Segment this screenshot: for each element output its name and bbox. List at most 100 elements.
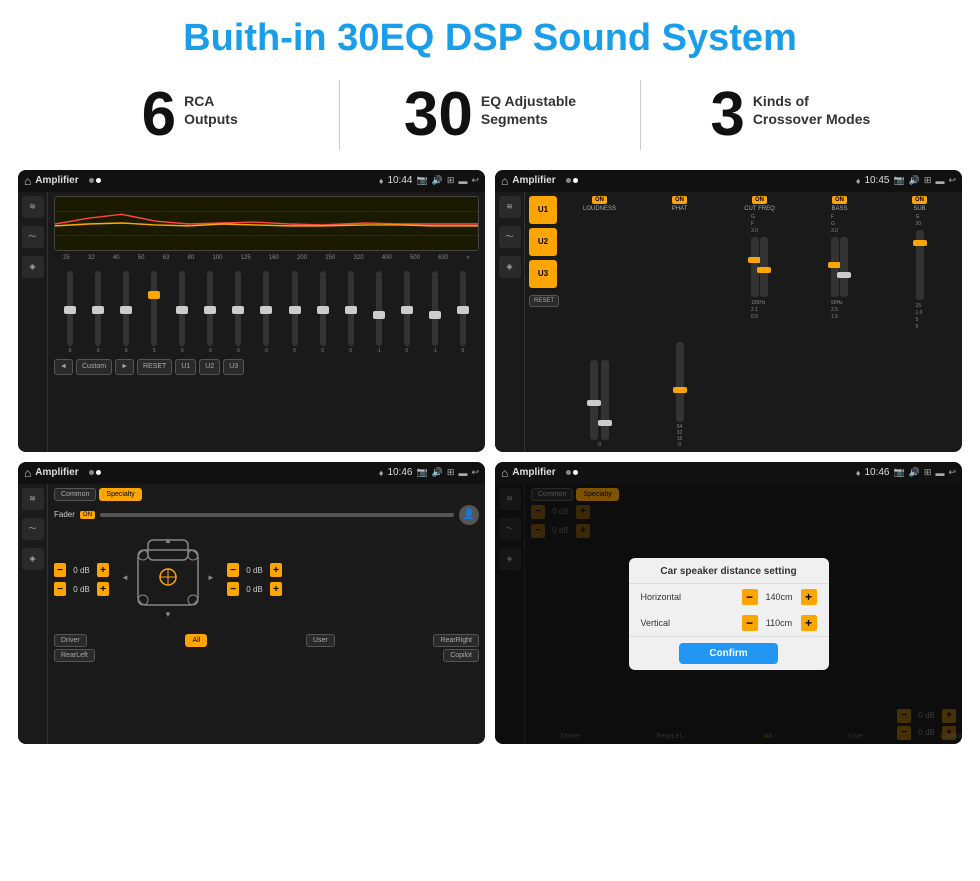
speaker-sidebar-btn-2[interactable]: ◈ — [499, 256, 521, 278]
dot — [566, 470, 571, 475]
copilot-btn[interactable]: Copilot — [443, 649, 479, 662]
eq-slider-0[interactable]: 0 — [67, 271, 73, 354]
eq-slider-9[interactable]: 0 — [320, 271, 326, 354]
left-vol-minus-1[interactable]: − — [54, 563, 66, 577]
eq-slider-6[interactable]: 0 — [235, 271, 241, 354]
rear-left-btn[interactable]: RearLeft — [54, 649, 95, 662]
driver-btn[interactable]: Driver — [54, 634, 87, 647]
horizontal-label: Horizontal — [641, 592, 696, 602]
cutfreq-slider2[interactable] — [760, 237, 768, 297]
eq-slider-14[interactable]: 0 — [460, 271, 466, 354]
vertical-label: Vertical — [641, 618, 696, 628]
profile-icon[interactable]: 👤 — [459, 505, 479, 525]
screen2-body: ≋ 〜 ◈ U1 U2 U3 RESET — [495, 192, 962, 452]
fader-top-row: Fader ON 👤 — [54, 505, 479, 525]
fader-on-badge[interactable]: ON — [80, 511, 95, 519]
wave-sidebar-btn[interactable]: 〜 — [22, 226, 44, 248]
eq-slider-11[interactable]: -1 — [376, 271, 382, 354]
wave-sidebar-btn-2[interactable]: 〜 — [499, 226, 521, 248]
back-icon-2[interactable]: ↩ — [948, 175, 956, 186]
eq-slider-4[interactable]: 0 — [179, 271, 185, 354]
horizontal-plus[interactable]: + — [801, 589, 817, 605]
wave-sidebar-btn-3[interactable]: 〜 — [22, 518, 44, 540]
loudness-slider[interactable] — [590, 360, 598, 440]
phat-on[interactable]: ON — [672, 196, 687, 204]
eq-slider-2[interactable]: 0 — [123, 271, 129, 354]
eq-slider-12[interactable]: 0 — [404, 271, 410, 354]
eq-slider-1[interactable]: 0 — [95, 271, 101, 354]
reset-btn[interactable]: RESET — [529, 295, 559, 307]
stat-eq-text: EQ Adjustable Segments — [481, 84, 576, 128]
u2-button[interactable]: U2 — [529, 228, 557, 256]
eq-label-125: 125 — [241, 255, 251, 261]
speaker-sidebar-btn[interactable]: ◈ — [22, 256, 44, 278]
home-icon-4[interactable]: ⌂ — [501, 466, 508, 480]
dot — [566, 178, 571, 183]
eq-u2-btn[interactable]: U2 — [199, 359, 220, 375]
eq-sidebar-btn-2[interactable]: ≋ — [499, 196, 521, 218]
horizontal-minus[interactable]: − — [742, 589, 758, 605]
eq-label-160: 160 — [269, 255, 279, 261]
eq-reset-btn[interactable]: RESET — [137, 359, 172, 375]
bass-on[interactable]: ON — [832, 196, 847, 204]
cutfreq-on[interactable]: ON — [752, 196, 767, 204]
eq-label-250: 250 — [325, 255, 335, 261]
dot — [96, 178, 101, 183]
eq-slider-10[interactable]: 0 — [348, 271, 354, 354]
channel-bass: ON BASS FG3.0 — [801, 196, 878, 448]
screen-fader: ⌂ Amplifier ♦ 10:46 📷 🔊 ⊞ ▬ ↩ ≋ 〜 ◈ — [18, 462, 485, 744]
home-icon-3[interactable]: ⌂ — [24, 466, 31, 480]
eq-u3-btn[interactable]: U3 — [223, 359, 244, 375]
phat-slider[interactable] — [676, 342, 684, 422]
user-btn-s3[interactable]: User — [306, 634, 335, 647]
bass-slider1[interactable] — [831, 237, 839, 297]
eq-slider-3[interactable]: 5 — [151, 271, 157, 354]
right-vol-plus-2[interactable]: + — [270, 582, 282, 596]
left-vol-plus-2[interactable]: + — [97, 582, 109, 596]
dialog-overlay: Car speaker distance setting Horizontal … — [495, 484, 962, 744]
right-vol-minus-1[interactable]: − — [227, 563, 239, 577]
left-vol-plus-1[interactable]: + — [97, 563, 109, 577]
eq-sidebar-btn[interactable]: ≋ — [22, 196, 44, 218]
u3-button[interactable]: U3 — [529, 260, 557, 288]
svg-text:◄: ◄ — [121, 573, 129, 582]
rear-right-btn[interactable]: RearRight — [433, 634, 479, 647]
all-btn[interactable]: All — [185, 634, 207, 647]
loudness-slider2[interactable] — [601, 360, 609, 440]
right-vol-plus-1[interactable]: + — [270, 563, 282, 577]
bass-slider2[interactable] — [840, 237, 848, 297]
right-vol-minus-2[interactable]: − — [227, 582, 239, 596]
vertical-minus[interactable]: − — [742, 615, 758, 631]
left-vol-minus-2[interactable]: − — [54, 582, 66, 596]
screen4-time: 10:46 — [864, 467, 889, 478]
sub-slider[interactable] — [916, 230, 924, 300]
tab-common[interactable]: Common — [54, 488, 96, 501]
eq-next-btn[interactable]: ► — [115, 359, 134, 375]
sub-on[interactable]: ON — [912, 196, 927, 204]
status-bar-1: ⌂ Amplifier ♦ 10:44 📷 🔊 ⊞ ▬ ↩ — [18, 170, 485, 192]
eq-slider-7[interactable]: 0 — [263, 271, 269, 354]
eq-sliders: 0 0 0 5 0 0 0 0 0 0 0 -1 0 -1 0 — [54, 264, 479, 354]
eq-prev-btn[interactable]: ◄ — [54, 359, 73, 375]
eq-sidebar-btn-3[interactable]: ≋ — [22, 488, 44, 510]
eq-u1-btn[interactable]: U1 — [175, 359, 196, 375]
car-diagram: ▲ ▼ ◄ ► — [113, 530, 223, 630]
eq-custom-btn[interactable]: Custom — [76, 359, 112, 375]
home-icon[interactable]: ⌂ — [24, 174, 31, 188]
back-icon-3[interactable]: ↩ — [471, 467, 479, 478]
eq-slider-5[interactable]: 0 — [207, 271, 213, 354]
home-icon-2[interactable]: ⌂ — [501, 174, 508, 188]
eq-slider-8[interactable]: 0 — [292, 271, 298, 354]
back-icon-1[interactable]: ↩ — [471, 175, 479, 186]
u1-button[interactable]: U1 — [529, 196, 557, 224]
loudness-on[interactable]: ON — [592, 196, 607, 204]
confirm-button[interactable]: Confirm — [679, 643, 777, 664]
eq-slider-13[interactable]: -1 — [432, 271, 438, 354]
back-icon-4[interactable]: ↩ — [948, 467, 956, 478]
speaker-sidebar-btn-3[interactable]: ◈ — [22, 548, 44, 570]
fader-slider[interactable] — [100, 513, 454, 517]
vertical-plus[interactable]: + — [801, 615, 817, 631]
right-vol-val-1: 0 dB — [242, 566, 267, 575]
eq-label-50: 50 — [138, 255, 145, 261]
tab-specialty[interactable]: Specialty — [99, 488, 141, 501]
